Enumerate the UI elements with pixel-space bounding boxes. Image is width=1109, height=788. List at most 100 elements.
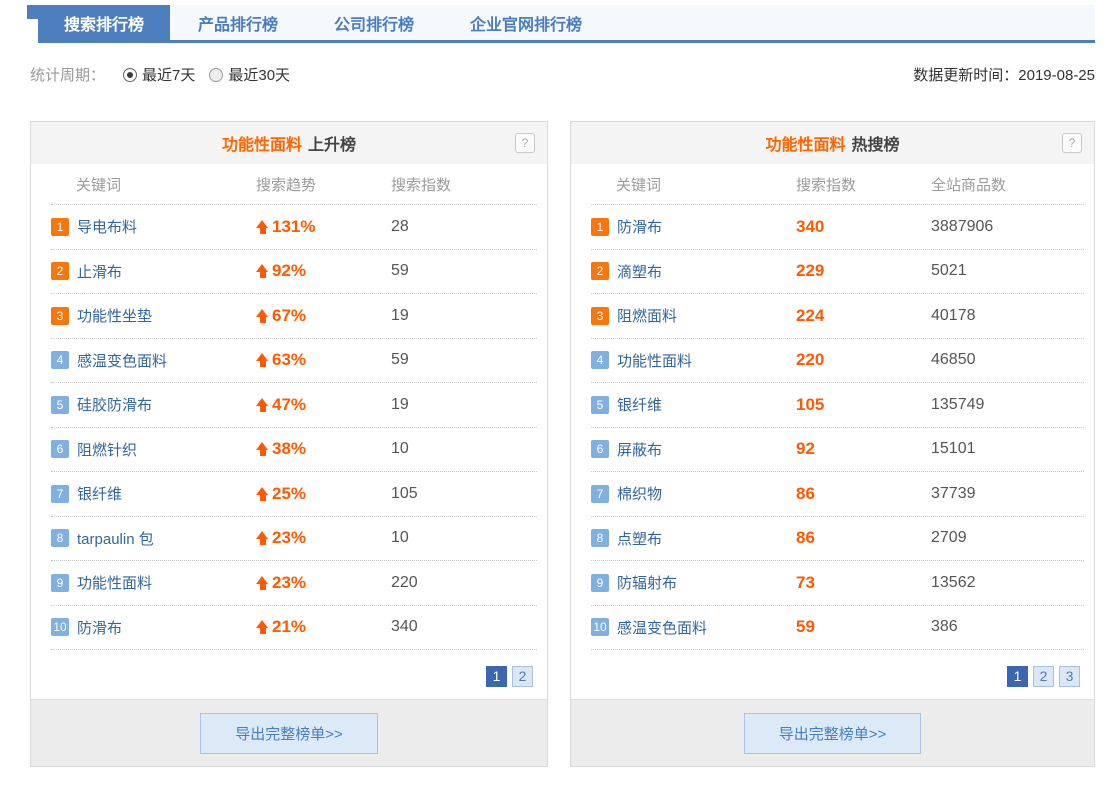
keyword-link[interactable]: 防辐射布 (617, 572, 677, 593)
rank-rows: 1防滑布34038879062滴塑布22950213阻燃面料224401784功… (571, 205, 1094, 650)
search-trend-value: 47% (256, 395, 391, 415)
table-row: 4感温变色面料63%59 (51, 339, 537, 384)
search-index-value: 86 (796, 484, 931, 504)
keyword-cell: 6屏蔽布 (591, 439, 796, 460)
tab-search-ranking[interactable]: 搜索排行榜 (38, 5, 170, 40)
panel-header: 功能性面料 上升榜 ? (31, 122, 547, 164)
table-row: 6阻燃针织38%10 (51, 428, 537, 473)
page-button[interactable]: 1 (486, 666, 507, 687)
rank-badge: 9 (51, 574, 69, 592)
pagination: 123 (571, 650, 1094, 699)
keyword-cell: 9 功能性面料 (51, 572, 256, 593)
up-arrow-icon (256, 531, 269, 545)
keyword-link[interactable]: 银纤维 (617, 394, 662, 415)
keyword-cell: 7 银纤维 (51, 483, 256, 504)
rank-badge: 8 (591, 529, 609, 547)
search-trend-value: 92% (256, 261, 391, 281)
rank-badge: 5 (591, 396, 609, 414)
keyword-link[interactable]: 感温变色面料 (77, 350, 167, 371)
rank-badge: 3 (591, 307, 609, 325)
rank-badge: 1 (591, 218, 609, 236)
search-index-value: 28 (391, 218, 537, 236)
keyword-cell: 10感温变色面料 (591, 617, 796, 638)
panel-title-suffix: 上升榜 (308, 131, 356, 155)
keyword-link[interactable]: 银纤维 (77, 483, 122, 504)
corner-accent (27, 5, 40, 19)
rising-rank-panel: 功能性面料 上升榜 ? 关键词 搜索趋势 搜索指数 1导电布料131%282止滑… (30, 121, 548, 767)
table-row: 5银纤维105135749 (591, 383, 1084, 428)
keyword-link[interactable]: 功能性坐垫 (77, 305, 152, 326)
search-index-value: 86 (796, 528, 931, 548)
search-trend-value: 23% (256, 528, 391, 548)
keyword-cell: 6阻燃针织 (51, 439, 256, 460)
radio-last-7-days[interactable]: 最近7天 (123, 64, 195, 85)
keyword-cell: 8 点塑布 (591, 528, 796, 549)
search-index-value: 10 (391, 529, 537, 547)
radio-button-icon[interactable] (209, 68, 223, 82)
table-row: 8tarpaulin 包23%10 (51, 517, 537, 562)
export-full-list-button[interactable]: 导出完整榜单>> (744, 713, 922, 754)
up-arrow-icon (256, 264, 269, 278)
data-update-time: 数据更新时间：2019-08-25 (913, 64, 1095, 85)
hot-search-panel: 功能性面料 热搜榜 ? 关键词 搜索指数 全站商品数 1防滑布340388790… (570, 121, 1095, 767)
keyword-cell: 5硅胶防滑布 (51, 394, 256, 415)
radio-last-30-days[interactable]: 最近30天 (209, 64, 290, 85)
keyword-link[interactable]: tarpaulin 包 (77, 528, 154, 549)
help-icon[interactable]: ? (515, 133, 535, 153)
table-row: 6屏蔽布9215101 (591, 428, 1084, 473)
keyword-cell: 1 防滑布 (591, 216, 796, 237)
tab-product-ranking[interactable]: 产品排行榜 (170, 5, 306, 40)
keyword-link[interactable]: 功能性面料 (617, 350, 692, 371)
keyword-link[interactable]: 滴塑布 (617, 261, 662, 282)
tab-official-site-ranking[interactable]: 企业官网排行榜 (442, 5, 610, 40)
period-row: 统计周期： 最近7天 最近30天 数据更新时间：2019-08-25 (30, 64, 1095, 85)
table-row: 9防辐射布7313562 (591, 561, 1084, 606)
search-trend-value: 25% (256, 484, 391, 504)
keyword-link[interactable]: 功能性面料 (77, 572, 152, 593)
panel-footer: 导出完整榜单>> (31, 699, 547, 766)
tab-bar: 搜索排行榜 产品排行榜 公司排行榜 企业官网排行榜 (38, 5, 1095, 43)
period-options: 最近7天 最近30天 (123, 64, 290, 85)
ranking-boards: 功能性面料 上升榜 ? 关键词 搜索趋势 搜索指数 1导电布料131%282止滑… (30, 121, 1095, 767)
rank-badge: 7 (591, 485, 609, 503)
page-button[interactable]: 2 (512, 666, 533, 687)
panel-title-keyword: 功能性面料 (765, 131, 845, 155)
keyword-link[interactable]: 阻燃针织 (77, 439, 137, 460)
keyword-link[interactable]: 防滑布 (77, 617, 122, 638)
column-headers: 关键词 搜索指数 全站商品数 (591, 164, 1084, 205)
keyword-cell: 1 导电布料 (51, 216, 256, 237)
keyword-link[interactable]: 止滑布 (77, 261, 122, 282)
page-button[interactable]: 1 (1007, 666, 1028, 687)
keyword-link[interactable]: 感温变色面料 (617, 617, 707, 638)
page-button[interactable]: 2 (1033, 666, 1054, 687)
rank-badge: 7 (51, 485, 69, 503)
product-count-value: 3887906 (931, 218, 1084, 236)
radio-label: 最近30天 (228, 64, 290, 85)
up-arrow-icon (256, 309, 269, 323)
search-index-value: 59 (391, 351, 537, 369)
rank-badge: 1 (51, 218, 69, 236)
panel-title-suffix: 热搜榜 (852, 131, 900, 155)
col-product-count: 全站商品数 (931, 174, 1084, 195)
keyword-link[interactable]: 棉织物 (617, 483, 662, 504)
tab-company-ranking[interactable]: 公司排行榜 (306, 5, 442, 40)
col-keyword: 关键词 (51, 174, 256, 195)
keyword-link[interactable]: 导电布料 (77, 216, 137, 237)
search-index-value: 19 (391, 396, 537, 414)
help-icon[interactable]: ? (1062, 133, 1082, 153)
keyword-link[interactable]: 屏蔽布 (617, 439, 662, 460)
keyword-link[interactable]: 硅胶防滑布 (77, 394, 152, 415)
product-count-value: 386 (931, 618, 1084, 636)
export-full-list-button[interactable]: 导出完整榜单>> (200, 713, 378, 754)
search-index-value: 59 (796, 617, 931, 637)
keyword-link[interactable]: 防滑布 (617, 216, 662, 237)
radio-button-icon[interactable] (123, 68, 137, 82)
search-trend-value: 23% (256, 573, 391, 593)
up-arrow-icon (256, 398, 269, 412)
up-arrow-icon (256, 620, 269, 634)
keyword-cell: 4感温变色面料 (51, 350, 256, 371)
panel-header: 功能性面料 热搜榜 ? (571, 122, 1094, 164)
keyword-link[interactable]: 点塑布 (617, 528, 662, 549)
page-button[interactable]: 3 (1059, 666, 1080, 687)
keyword-link[interactable]: 阻燃面料 (617, 305, 677, 326)
